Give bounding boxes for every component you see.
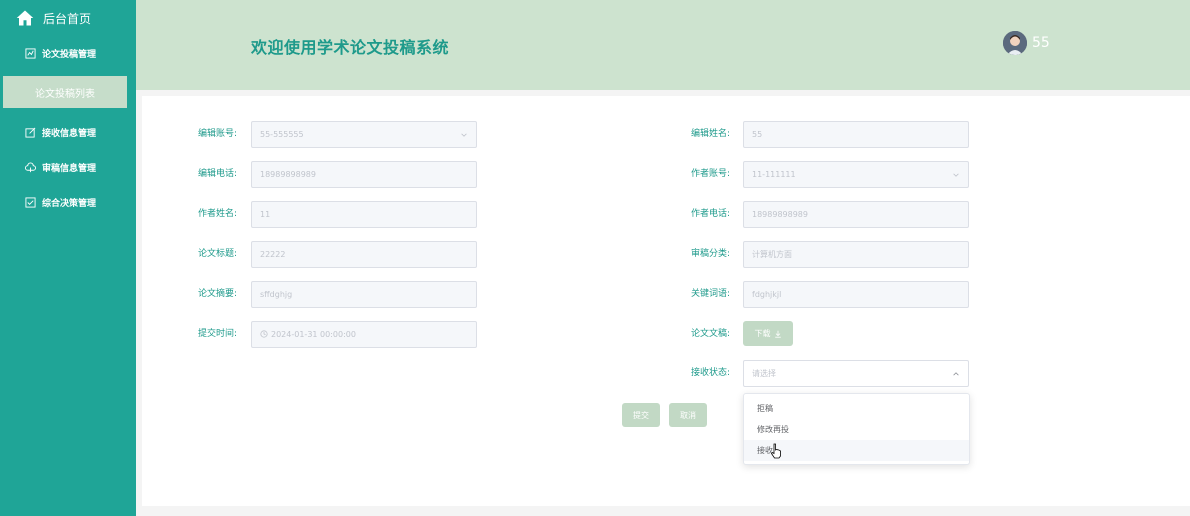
- clock-icon: [260, 330, 268, 338]
- submit-time-value: 2024-01-31 00:00:00: [271, 330, 356, 339]
- receive-status-placeholder: 请选择: [752, 369, 776, 378]
- editor-account-value: 55-555555: [260, 130, 304, 139]
- author-account-label: 作者账号:: [690, 169, 730, 179]
- submit-time-label: 提交时间:: [197, 329, 237, 339]
- dropdown-option-reject[interactable]: 拒稿: [744, 398, 969, 419]
- author-account-value: 11-111111: [752, 170, 796, 179]
- menu-item-receive-info[interactable]: 接收信息管理: [0, 122, 136, 142]
- paper-title-label: 论文标题:: [197, 249, 237, 259]
- download-button[interactable]: 下载: [743, 321, 793, 346]
- review-category-label: 审稿分类:: [690, 249, 730, 259]
- hand-cursor-icon: [770, 443, 782, 459]
- header: 欢迎使用学术论文投稿系统 55: [136, 0, 1190, 90]
- avatar[interactable]: [1003, 31, 1027, 55]
- menu-item-label: 综合决策管理: [42, 198, 97, 209]
- editor-account-select[interactable]: 55-555555: [251, 121, 477, 148]
- menu-item-review-info[interactable]: 审稿信息管理: [0, 157, 136, 177]
- editor-name-value: 55: [752, 130, 763, 139]
- cancel-button[interactable]: 取消: [669, 403, 707, 427]
- author-account-select[interactable]: 11-111111: [743, 161, 969, 188]
- checkbox-icon: [25, 196, 36, 208]
- editor-phone-label: 编辑电话:: [197, 169, 237, 179]
- sidebar: 后台首页 论文投稿管理 论文投稿列表 接收信息管理 审稿信息管理 综合决策管理: [0, 0, 136, 516]
- edit-icon: [25, 127, 36, 138]
- editor-phone-field[interactable]: 18989898989: [251, 161, 477, 188]
- keywords-label: 关键词语:: [690, 289, 730, 299]
- menu-item-label: 接收信息管理: [42, 128, 97, 139]
- chevron-down-icon: [460, 131, 468, 139]
- keywords-field[interactable]: fdghjkjl: [743, 281, 969, 308]
- submit-button[interactable]: 提交: [622, 403, 660, 427]
- paper-abstract-value: sffdghjg: [260, 290, 293, 299]
- submenu-item-paper-list[interactable]: 论文投稿列表: [3, 76, 127, 108]
- chart-icon: [25, 47, 36, 59]
- author-phone-field[interactable]: 18989898989: [743, 201, 969, 228]
- chevron-down-icon: [952, 171, 960, 179]
- menu-item-decision[interactable]: 综合决策管理: [0, 192, 136, 212]
- author-name-label: 作者姓名:: [197, 209, 237, 219]
- menu-item-label: 审稿信息管理: [42, 163, 97, 174]
- home-label: 后台首页: [43, 11, 92, 26]
- home-link[interactable]: 后台首页: [16, 8, 91, 28]
- download-label: 下载: [754, 329, 771, 338]
- review-category-value: 计算机方面: [752, 250, 792, 259]
- paper-abstract-label: 论文摘要:: [197, 289, 237, 299]
- cloud-icon: [25, 162, 36, 173]
- receive-status-label: 接收状态:: [690, 368, 730, 378]
- editor-name-label: 编辑姓名:: [690, 129, 730, 139]
- keywords-value: fdghjkjl: [752, 290, 782, 299]
- editor-name-field[interactable]: 55: [743, 121, 969, 148]
- menu-item-label: 论文投稿管理: [42, 49, 97, 60]
- author-phone-label: 作者电话:: [690, 209, 730, 219]
- paper-title-value: 22222: [260, 250, 286, 259]
- author-phone-value: 18989898989: [752, 210, 808, 219]
- editor-account-label: 编辑账号:: [197, 129, 237, 139]
- page-title: 欢迎使用学术论文投稿系统: [251, 38, 450, 57]
- submit-time-picker[interactable]: 2024-01-31 00:00:00: [251, 321, 477, 348]
- paper-title-field[interactable]: 22222: [251, 241, 477, 268]
- menu-item-paper-submission[interactable]: 论文投稿管理: [0, 43, 136, 63]
- paper-file-label: 论文文稿:: [690, 329, 730, 339]
- paper-abstract-field[interactable]: sffdghjg: [251, 281, 477, 308]
- author-name-field[interactable]: 11: [251, 201, 477, 228]
- review-category-field[interactable]: 计算机方面: [743, 241, 969, 268]
- avatar-image: [1003, 31, 1027, 55]
- header-username[interactable]: 55: [1032, 35, 1050, 51]
- home-icon: [16, 10, 34, 26]
- author-name-value: 11: [260, 210, 271, 219]
- chevron-up-icon: [952, 370, 960, 378]
- download-icon: [774, 330, 782, 338]
- receive-status-select[interactable]: 请选择: [743, 360, 969, 387]
- dropdown-option-revise[interactable]: 修改再投: [744, 419, 969, 440]
- editor-phone-value: 18989898989: [260, 170, 316, 179]
